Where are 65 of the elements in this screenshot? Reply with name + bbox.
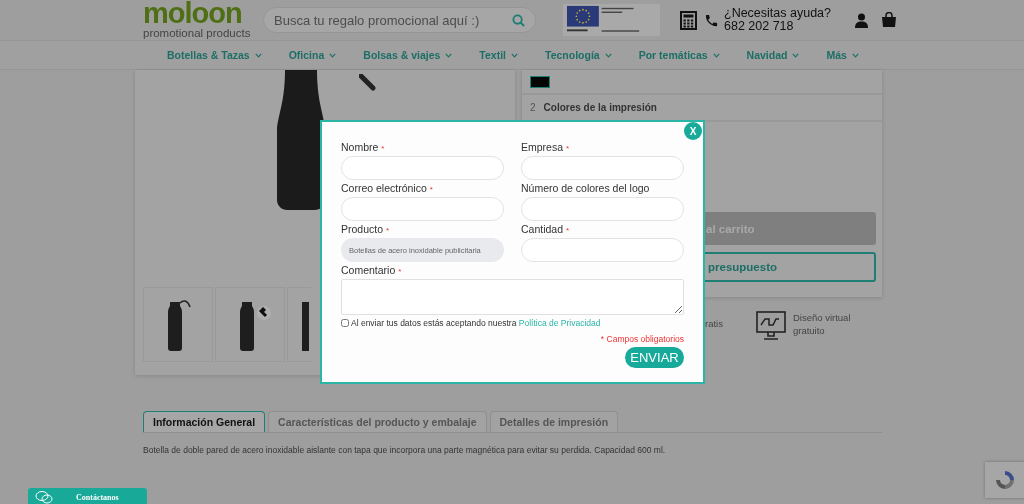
consent-checkbox[interactable] xyxy=(341,319,349,327)
user-icon[interactable] xyxy=(855,12,868,28)
field-label: Nombre xyxy=(341,141,379,153)
input-field[interactable] xyxy=(521,156,684,180)
tab[interactable]: Características del producto y embalaje xyxy=(268,411,487,432)
step-number: 2 xyxy=(530,102,536,113)
input-field[interactable] xyxy=(341,156,504,180)
required-asterisk: * xyxy=(429,185,433,194)
required-asterisk: * xyxy=(566,226,570,235)
caret-icon[interactable] xyxy=(445,52,453,58)
nav-link[interactable]: Botellas & Tazas xyxy=(167,49,250,61)
feature-label: ratis xyxy=(705,317,723,330)
phone-icon xyxy=(704,12,719,28)
nav-link[interactable]: Navidad xyxy=(746,49,788,61)
product-description: Botella de doble pared de acero inoxidable aislante con tapa que incorpora una parte magnética para evitar su perdida. Capacidad 600 ml. xyxy=(143,445,667,455)
field-label: Empresa xyxy=(521,141,563,153)
caret-icon[interactable] xyxy=(851,52,859,58)
phone-number: 682 202 718 xyxy=(724,20,794,33)
nav-link[interactable]: Tecnología xyxy=(545,49,600,61)
field-label: Comentario xyxy=(341,264,396,276)
field-label: Producto xyxy=(341,223,384,235)
nav-link[interactable]: Por temáticas xyxy=(638,49,708,61)
required-asterisk: * xyxy=(381,144,385,153)
close-button[interactable]: X xyxy=(684,122,702,140)
color-swatch-icon[interactable] xyxy=(530,75,550,88)
nav-link[interactable]: Oficina xyxy=(288,49,325,61)
chat-bubbles-icon xyxy=(34,490,54,504)
tab[interactable]: Detalles de impresión xyxy=(489,411,619,432)
search-field[interactable]: Busca tu regalo promocional aquí :) xyxy=(263,7,536,33)
nav-link[interactable]: Bolsas & viajes xyxy=(363,49,441,61)
logo: moloon xyxy=(143,1,242,26)
help-title: ¿Necesitas ayuda? xyxy=(724,7,831,20)
monitor-design-icon xyxy=(755,311,786,341)
step-title: Colores de la impresión xyxy=(543,102,657,113)
search-icon[interactable] xyxy=(512,13,525,27)
tab[interactable]: Información General xyxy=(143,411,266,432)
consent-text: Al enviar tus datos estás aceptando nuestra Política de Privacidad xyxy=(351,318,601,328)
nav-link[interactable]: Textil xyxy=(479,49,506,61)
contact-button[interactable]: Contáctanos xyxy=(28,488,147,504)
shopping-bag-icon[interactable] xyxy=(881,12,897,28)
nav-link[interactable]: Más xyxy=(826,49,847,61)
caret-icon[interactable] xyxy=(511,52,518,58)
input-field[interactable] xyxy=(341,197,504,221)
caret-icon[interactable] xyxy=(329,52,337,58)
field-label: Cantidad xyxy=(521,223,564,235)
input-field[interactable] xyxy=(521,238,684,262)
required-asterisk: * xyxy=(386,226,390,235)
feature-label: Diseño virtual gratuito xyxy=(792,311,852,337)
required-asterisk: * xyxy=(398,267,402,276)
comment-field[interactable] xyxy=(341,279,684,315)
privacy-link[interactable]: Política de Privacidad xyxy=(518,318,601,328)
recaptcha-icon xyxy=(994,469,1016,491)
input-field[interactable] xyxy=(521,197,684,221)
caret-icon[interactable] xyxy=(792,52,800,58)
caret-icon[interactable] xyxy=(254,52,262,58)
field-label: Número de colores del logo xyxy=(521,182,650,194)
caret-icon[interactable] xyxy=(712,52,720,58)
required-note: * Campos obligatorios xyxy=(599,334,684,344)
field-label: Correo electrónico xyxy=(341,182,427,194)
logo-tagline: promotional products xyxy=(143,27,252,39)
required-asterisk: * xyxy=(566,144,570,153)
submit-button[interactable]: ENVIAR xyxy=(625,347,684,368)
bottle-clip-drawing xyxy=(359,74,376,91)
calculator-icon[interactable] xyxy=(680,10,697,30)
caret-icon[interactable] xyxy=(604,52,612,58)
